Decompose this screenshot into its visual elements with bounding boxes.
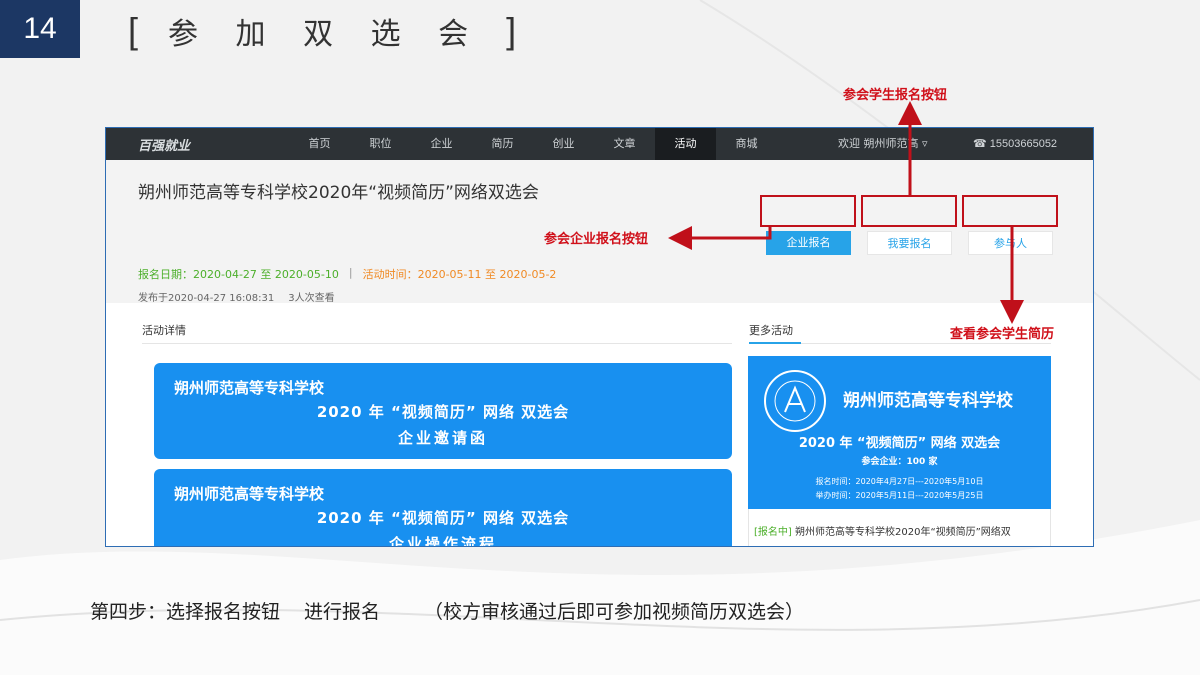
nav-item-resumes[interactable]: 简历 — [472, 128, 533, 160]
title-text: 参 加 双 选 会 — [168, 17, 483, 52]
invitation-card[interactable]: 朔州师范高等专科学校 2020 年 “视频简历” 网络 双选会 企业邀请函 — [154, 363, 732, 459]
activity-time: 活动时间：2020-05-11 至 2020-05-2 — [362, 268, 557, 281]
user-welcome-menu[interactable]: 欢迎 朔州师范高 ▿ — [838, 128, 928, 160]
card-subtitle: 企业邀请函 — [397, 429, 488, 447]
tab-activity-details[interactable]: 活动详情 — [142, 322, 186, 338]
website-screenshot: 百强就业 首页 职位 企业 简历 创业 文章 活动 商城 欢迎 朔州师范高 ▿ … — [105, 127, 1094, 547]
card-school: 朔州师范高等专科学校 — [174, 379, 325, 397]
caption-note: （校方审核通过后即可参加视频简历双选会） — [424, 601, 805, 623]
student-signup-button[interactable]: 我要报名 — [867, 231, 952, 255]
activity-dates: 报名日期：2020-04-27 至 2020-05-10 | 活动时间：2020… — [138, 266, 556, 282]
date-separator: | — [348, 266, 353, 279]
slide-title: [ 参 加 双 选 会 ] — [128, 6, 516, 56]
nav-item-startup[interactable]: 创业 — [533, 128, 594, 160]
card-subtitle: 企业操作流程 — [388, 535, 497, 547]
annotation-company-signup: 参会企业报名按钮 — [544, 228, 649, 247]
view-count: 3人次查看 — [288, 293, 335, 304]
activity-title: 朔州师范高等专科学校2020年“视频简历”网络双选会 — [138, 183, 539, 203]
highlight-participants-button — [962, 195, 1058, 227]
phone-number: ☎ 15503665052 — [973, 138, 1058, 150]
activity-content: 活动详情 更多活动 朔州师范高等专科学校 2020 年 “视频简历” 网络 双选… — [106, 303, 1093, 547]
poster-companies: 参会企业：100 家 — [861, 457, 938, 467]
company-signup-button[interactable]: 企业报名 — [766, 231, 851, 255]
card-event: 2020 年 “视频简历” 网络 双选会 — [316, 403, 570, 421]
card-school: 朔州师范高等专科学校 — [174, 485, 325, 503]
tab-more-activities[interactable]: 更多活动 — [749, 322, 793, 338]
card-event: 2020 年 “视频简历” 网络 双选会 — [316, 509, 570, 527]
publish-time: 发布于2020-04-27 16:08:31 — [138, 293, 275, 304]
slide-number: 14 — [0, 0, 80, 58]
title-bracket-open: [ — [128, 10, 139, 51]
title-bracket-close: ] — [506, 10, 517, 51]
nav-items: 首页 职位 企业 简历 创业 文章 活动 商城 — [289, 128, 777, 160]
poster-school: 朔州师范高等专科学校 — [843, 391, 1013, 411]
annotation-view-resumes: 查看参会学生简历 — [950, 327, 1055, 342]
publish-info: 发布于2020-04-27 16:08:31 3人次查看 — [138, 289, 335, 304]
highlight-student-button — [861, 195, 957, 227]
site-logo[interactable]: 百强就业 — [138, 135, 190, 154]
caption-action: 进行报名 — [304, 601, 381, 623]
divider — [142, 343, 732, 344]
activity-poster[interactable]: 朔州师范高等专科学校 2020 年 “视频简历” 网络 双选会 参会企业：100… — [748, 356, 1051, 509]
news-text: 朔州师范高等专科学校2020年“视频简历”网络双 — [795, 527, 1011, 538]
registration-date: 报名日期：2020-04-27 至 2020-05-10 — [138, 268, 339, 281]
nav-item-companies[interactable]: 企业 — [411, 128, 472, 160]
poster-hold-time: 举办时间：2020年5月11日---2020年5月25日 — [815, 491, 984, 500]
participants-button[interactable]: 参与人 — [968, 231, 1053, 255]
nav-item-jobs[interactable]: 职位 — [350, 128, 411, 160]
highlight-company-button — [760, 195, 856, 227]
nav-item-home[interactable]: 首页 — [289, 128, 350, 160]
divider — [749, 342, 1051, 344]
poster-event: 2020 年 “视频简历” 网络 双选会 — [798, 436, 1001, 451]
poster-reg-time: 报名时间：2020年4月27日---2020年5月10日 — [815, 477, 984, 486]
nav-item-articles[interactable]: 文章 — [594, 128, 655, 160]
process-card[interactable]: 朔州师范高等专科学校 2020 年 “视频简历” 网络 双选会 企业操作流程 — [154, 469, 732, 547]
annotation-student-signup: 参会学生报名按钮 — [843, 88, 948, 103]
nav-item-activities[interactable]: 活动 — [655, 128, 716, 160]
news-link[interactable]: [报名中] 朔州师范高等专科学校2020年“视频简历”网络双 — [754, 523, 1011, 538]
status-badge: [报名中] — [754, 527, 792, 538]
caption-step: 第四步：选择报名按钮 — [90, 601, 281, 623]
top-nav: 百强就业 首页 职位 企业 简历 创业 文章 活动 商城 欢迎 朔州师范高 ▿ … — [106, 128, 1093, 160]
nav-item-mall[interactable]: 商城 — [716, 128, 777, 160]
school-seal-icon — [764, 370, 826, 432]
slide-caption: 第四步：选择报名按钮 进行报名 （校方审核通过后即可参加视频简历双选会） — [90, 597, 804, 624]
